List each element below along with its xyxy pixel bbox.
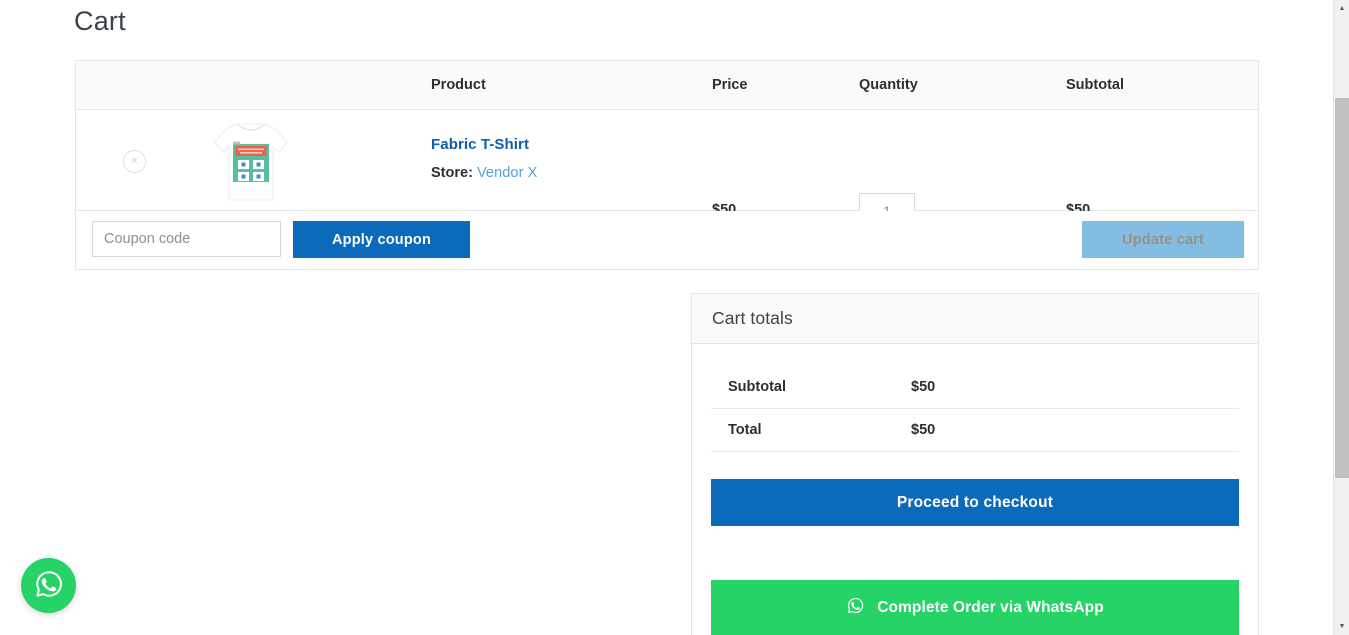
product-thumbnail[interactable] — [207, 116, 295, 206]
remove-item-button[interactable]: × — [123, 150, 146, 173]
column-header-subtotal: Subtotal — [1066, 77, 1124, 93]
cart-table-header-row: Product Price Quantity Subtotal — [76, 61, 1258, 110]
column-header-price: Price — [712, 77, 748, 93]
coupon-row: Apply coupon Update cart — [76, 211, 1258, 269]
cart-totals-panel: Cart totals Subtotal $50 Total $50 Proce… — [691, 293, 1259, 635]
scroll-down-arrow-icon[interactable]: ▼ — [1334, 618, 1349, 635]
cart-totals-title: Cart totals — [712, 308, 793, 328]
product-info: Fabric T-Shirt Store: Vendor X — [431, 137, 537, 181]
cart-totals-body: Subtotal $50 Total $50 Proceed to checko… — [692, 366, 1258, 635]
product-store-line: Store: Vendor X — [431, 165, 537, 181]
whatsapp-button-label: Complete Order via WhatsApp — [877, 598, 1104, 616]
column-header-quantity: Quantity — [859, 77, 918, 93]
cart-table: Product Price Quantity Subtotal × Fabric… — [75, 60, 1259, 270]
scroll-up-arrow-icon[interactable]: ▲ — [1334, 0, 1349, 17]
page-scrollbar[interactable]: ▲ ▼ — [1333, 0, 1349, 635]
totals-value-subtotal: $50 — [911, 379, 936, 395]
whatsapp-icon — [846, 596, 865, 620]
coupon-code-input[interactable] — [92, 221, 281, 257]
floating-whatsapp-button[interactable] — [21, 558, 76, 613]
column-header-product: Product — [431, 77, 486, 93]
apply-coupon-button[interactable]: Apply coupon — [293, 221, 470, 258]
totals-value-total: $50 — [911, 422, 936, 438]
totals-row-subtotal: Subtotal $50 — [711, 366, 1239, 409]
totals-row-total: Total $50 — [711, 409, 1239, 452]
whatsapp-icon — [33, 568, 65, 603]
product-name-link[interactable]: Fabric T-Shirt — [431, 137, 537, 152]
cart-totals-header: Cart totals — [692, 294, 1258, 344]
page-viewport: Cart Product Price Quantity Subtotal × F… — [0, 0, 1349, 635]
close-icon: × — [131, 155, 138, 167]
totals-label-subtotal: Subtotal — [728, 379, 786, 395]
totals-label-total: Total — [728, 422, 762, 438]
table-row: × Fabric T-Shirt Store: Vendor X $50 1 $… — [76, 110, 1258, 228]
store-vendor-link[interactable]: Vendor X — [477, 165, 537, 181]
proceed-to-checkout-button[interactable]: Proceed to checkout — [711, 479, 1239, 526]
update-cart-button[interactable]: Update cart — [1082, 221, 1244, 258]
page-title: Cart — [74, 6, 126, 36]
store-label: Store: — [431, 165, 473, 181]
scrollbar-thumb[interactable] — [1335, 98, 1349, 478]
complete-order-whatsapp-button[interactable]: Complete Order via WhatsApp — [711, 580, 1239, 635]
